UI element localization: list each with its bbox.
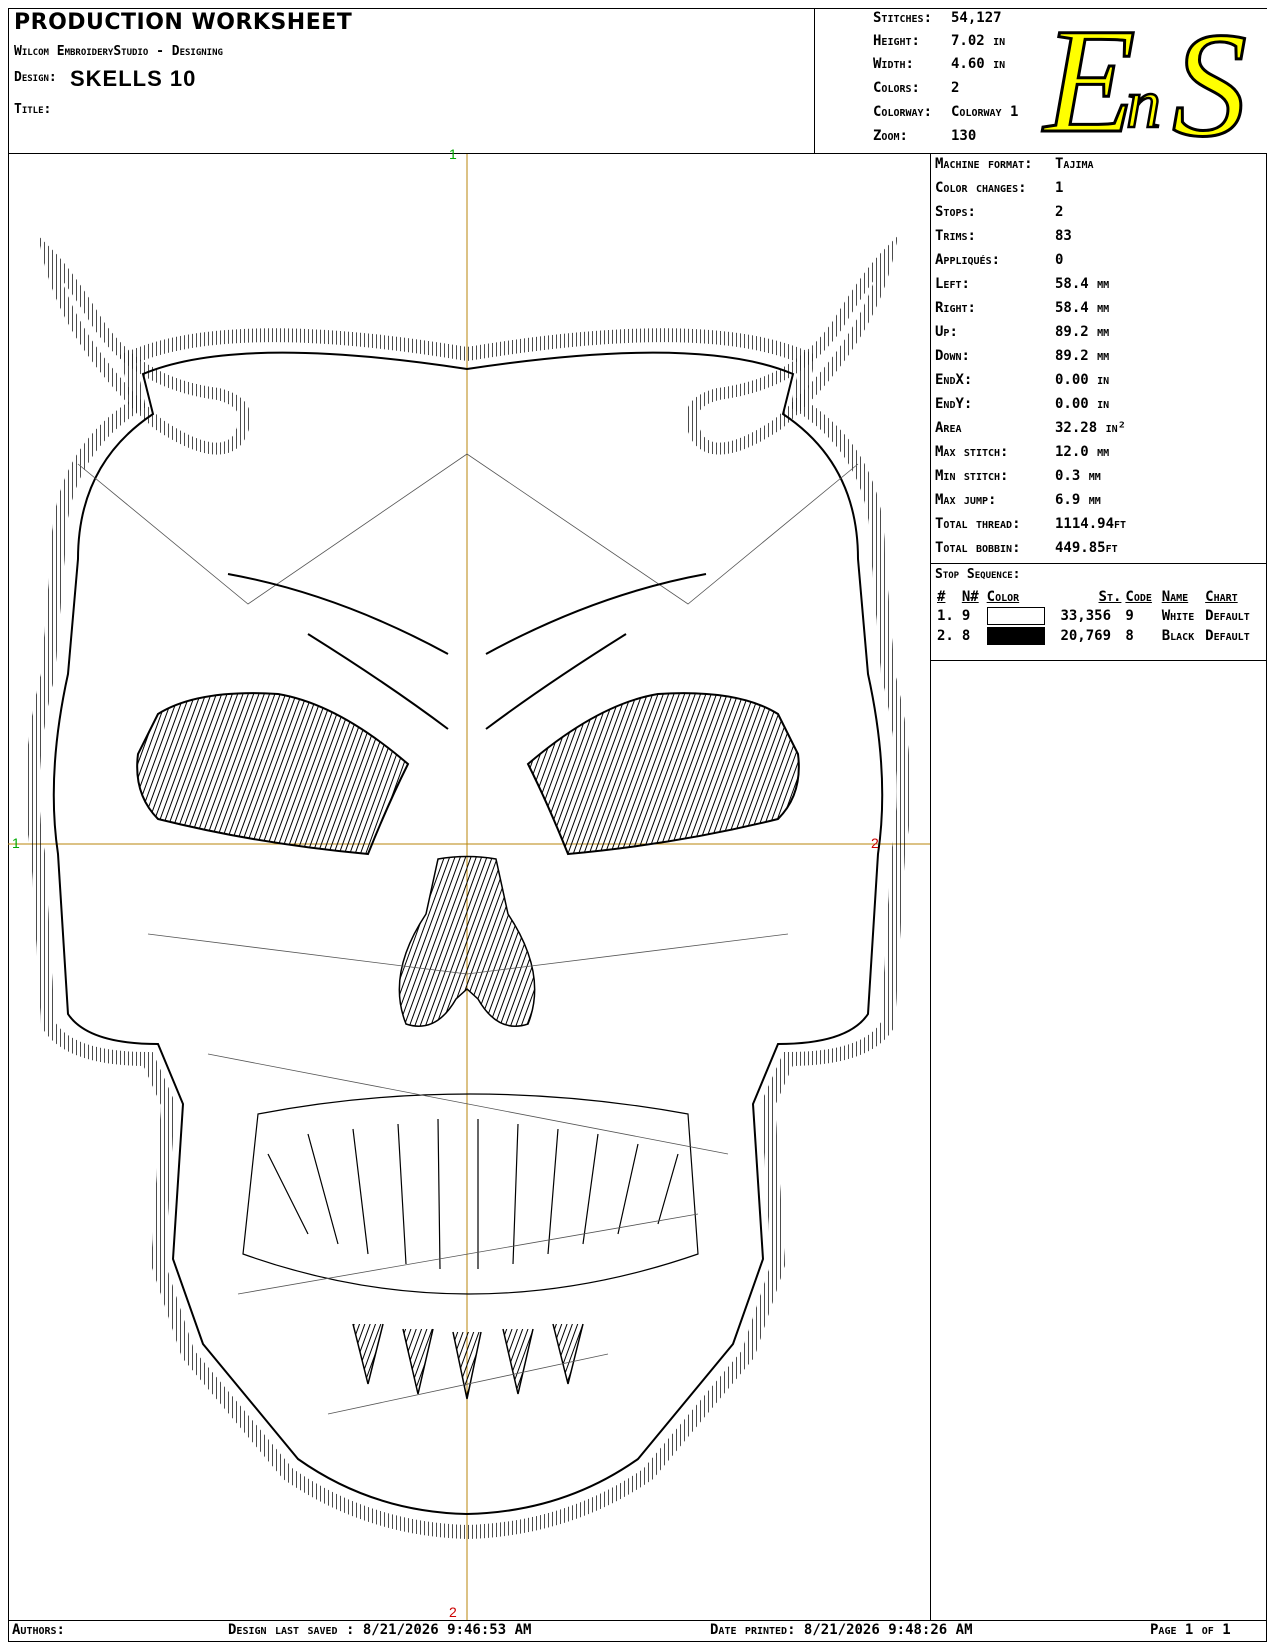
stat-height: Height: 7.02 in [873, 33, 1006, 49]
total-bobbin: Total bobbin: 449.85ft [935, 540, 1118, 556]
axis-label-right: 2 [871, 835, 879, 851]
up-extent: Up: 89.2 mm [935, 324, 1110, 340]
logo-n-letter: n [1126, 66, 1161, 143]
end-x: EndX: 0.00 in [935, 372, 1110, 388]
software-name: Wilcom EmbroideryStudio - Designing [14, 44, 223, 59]
footer-authors: Authors: [12, 1622, 65, 1638]
table-row: 1. 9 33,356 9 White Default [937, 607, 1250, 625]
stops: Stops: 2 [935, 204, 1064, 220]
col-code: Code [1125, 589, 1152, 605]
design-label: Design: [14, 70, 57, 85]
down-extent: Down: 89.2 mm [935, 348, 1110, 364]
stat-stitches: Stitches: 54,127 [873, 10, 1002, 26]
machine-format: Machine format: Tajima [935, 156, 1094, 172]
stop-divider-top [930, 563, 1267, 564]
col-num: # [937, 589, 946, 605]
footer-divider [8, 1620, 1267, 1621]
max-stitch: Max stitch: 12.0 mm [935, 444, 1110, 460]
table-row: 2. 8 20,769 8 Black Default [937, 627, 1250, 645]
panel-divider [930, 154, 931, 1620]
stat-colorway: Colorway: Colorway 1 [873, 104, 1019, 120]
axis-label-left: 1 [12, 835, 20, 851]
total-thread: Total thread: 1114.94ft [935, 516, 1127, 532]
footer-page: Page 1 of 1 [1150, 1622, 1231, 1638]
axis-label-bottom: 2 [449, 1604, 457, 1620]
stat-width: Width: 4.60 in [873, 56, 1006, 72]
header-divider-v1 [814, 8, 815, 154]
col-needle: N# [961, 589, 979, 605]
teeth [267, 1118, 679, 1270]
appliques: Appliqués: 0 [935, 252, 1064, 268]
axis-label-top: 1 [449, 146, 457, 162]
left-extent: Left: 58.4 mm [935, 276, 1110, 292]
stop-divider-bottom [930, 660, 1267, 661]
min-stitch: Min stitch: 0.3 mm [935, 468, 1101, 484]
right-extent: Right: 58.4 mm [935, 300, 1110, 316]
logo-e-letter: E [1042, 9, 1136, 153]
stat-colors: Colors: 2 [873, 80, 960, 96]
col-name: Name [1161, 589, 1189, 605]
logo-s-letter: S [1172, 9, 1247, 153]
lower-teeth [352, 1323, 584, 1400]
embroidery-preview [8, 154, 930, 1620]
skull-design [8, 154, 930, 1620]
trims: Trims: 83 [935, 228, 1072, 244]
footer-last-saved: Design last saved : 8/21/2026 9:46:53 AM [228, 1622, 532, 1638]
stop-table-header: # N# Color St. Code Name Chart [935, 588, 1261, 606]
ens-logo: E n S [1034, 0, 1267, 170]
color-swatch-white [986, 607, 1045, 625]
worksheet-title: PRODUCTION WORKSHEET [14, 10, 353, 35]
stop-sequence-heading: Stop Sequence: [935, 567, 1021, 582]
stop-sequence-table: # N# Color St. Code Name Chart 1. 9 33,3… [935, 588, 1261, 646]
end-y: EndY: 0.00 in [935, 396, 1110, 412]
color-changes: Color changes: 1 [935, 180, 1064, 196]
design-name: SKELLS 10 [70, 66, 197, 91]
col-stitches: St. [1098, 589, 1122, 605]
col-color: Color [986, 589, 1020, 605]
col-chart: Chart [1205, 589, 1238, 605]
right-eye-socket [526, 692, 800, 856]
max-jump: Max jump: 6.9 mm [935, 492, 1101, 508]
left-eye-socket [136, 692, 410, 856]
footer-date-printed: Date printed: 8/21/2026 9:48:26 AM [710, 1622, 973, 1638]
color-swatch-black [986, 627, 1045, 645]
stat-zoom: Zoom: 130 [873, 128, 977, 144]
jaw-upper [242, 1093, 699, 1295]
area: Area 32.28 in² [935, 420, 1127, 436]
title-label: Title: [14, 102, 52, 117]
